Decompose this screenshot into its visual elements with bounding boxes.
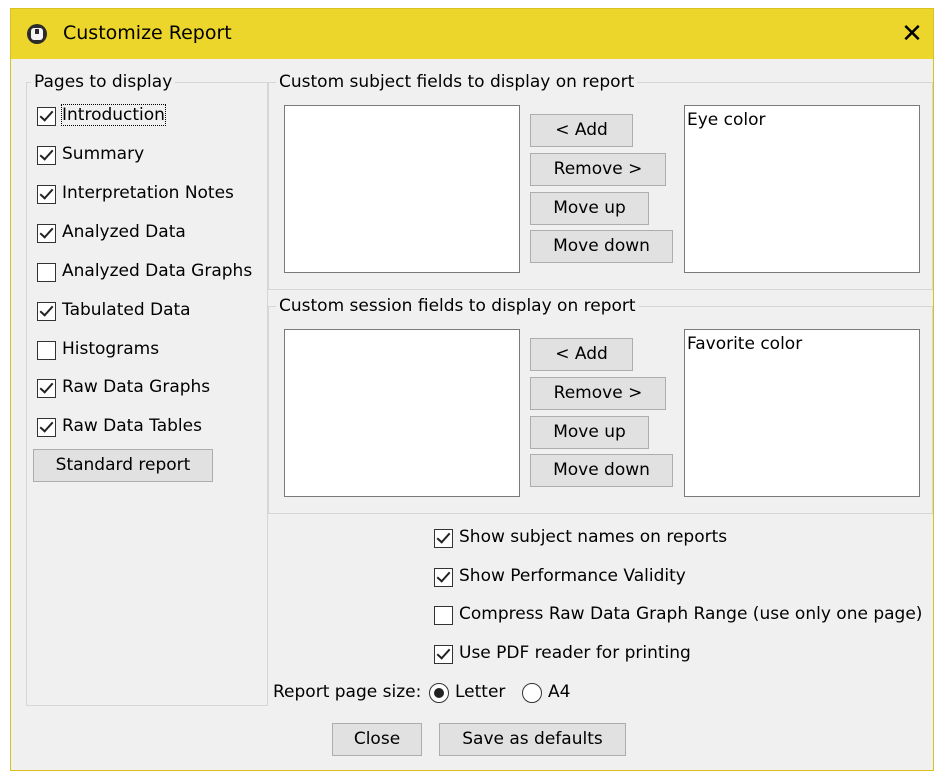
checkbox[interactable] [37,185,56,204]
session-move-down-button[interactable]: Move down [530,454,673,487]
checkbox-label: Introduction [61,104,166,126]
checkbox-label: Summary [62,144,145,164]
checkbox-label: Analyzed Data Graphs [62,261,253,281]
checkbox[interactable] [37,146,56,165]
checkbox-label: Analyzed Data [62,222,186,242]
title-bar: Customize Report ✕ [11,9,933,59]
checkbox-label: Show Performance Validity [459,566,686,586]
checkbox-label: Raw Data Graphs [62,377,211,397]
checkbox[interactable] [37,379,56,398]
checkbox[interactable] [37,224,56,243]
page-size-label: Report page size: [273,682,422,702]
subject-move-down-button[interactable]: Move down [530,230,673,263]
window-title: Customize Report [63,22,232,44]
session-move-up-button[interactable]: Move up [530,416,649,449]
session-available-list[interactable] [284,329,520,497]
subject-add-button[interactable]: < Add [530,114,633,147]
checkbox[interactable] [434,645,453,664]
subject-move-up-button[interactable]: Move up [530,192,649,225]
session-add-button[interactable]: < Add [530,338,633,371]
subject-fields-label: Custom subject fields to display on repo… [276,72,638,92]
checkbox[interactable] [434,529,453,548]
checkbox[interactable] [37,263,56,282]
save-as-defaults-button[interactable]: Save as defaults [439,723,626,756]
page-size-letter-radio[interactable] [429,683,449,703]
page-size-a4-label[interactable]: A4 [548,682,570,702]
session-selected-list[interactable]: Favorite color [684,329,920,497]
checkbox[interactable] [37,418,56,437]
checkbox-label: Tabulated Data [62,300,191,320]
list-item[interactable]: Eye color [685,106,919,134]
close-button[interactable]: Close [332,723,422,756]
checkbox-label: Interpretation Notes [62,183,234,203]
subject-selected-list[interactable]: Eye color [684,105,920,273]
page-size-letter-label[interactable]: Letter [455,682,505,702]
pages-to-display-label: Pages to display [31,72,176,92]
checkbox[interactable] [434,606,453,625]
checkbox-label: Use PDF reader for printing [459,643,691,663]
checkbox-label: Show subject names on reports [459,527,728,547]
checkbox[interactable] [434,568,453,587]
session-remove-button[interactable]: Remove > [530,377,666,410]
app-icon [27,24,47,44]
checkbox[interactable] [37,302,56,321]
standard-report-button[interactable]: Standard report [33,449,213,482]
list-item[interactable]: Favorite color [685,330,919,358]
checkbox-label: Compress Raw Data Graph Range (use only … [459,604,923,624]
subject-available-list[interactable] [284,105,520,273]
checkbox[interactable] [37,341,56,360]
checkbox-label: Raw Data Tables [62,416,202,436]
subject-remove-button[interactable]: Remove > [530,153,666,186]
checkbox[interactable] [37,107,56,126]
checkbox-label: Histograms [62,339,160,359]
page-size-a4-radio[interactable] [522,683,542,703]
customize-report-dialog: Customize Report ✕ Pages to display Intr… [10,8,934,771]
close-window-button[interactable]: ✕ [895,17,929,51]
session-fields-label: Custom session fields to display on repo… [276,296,639,316]
